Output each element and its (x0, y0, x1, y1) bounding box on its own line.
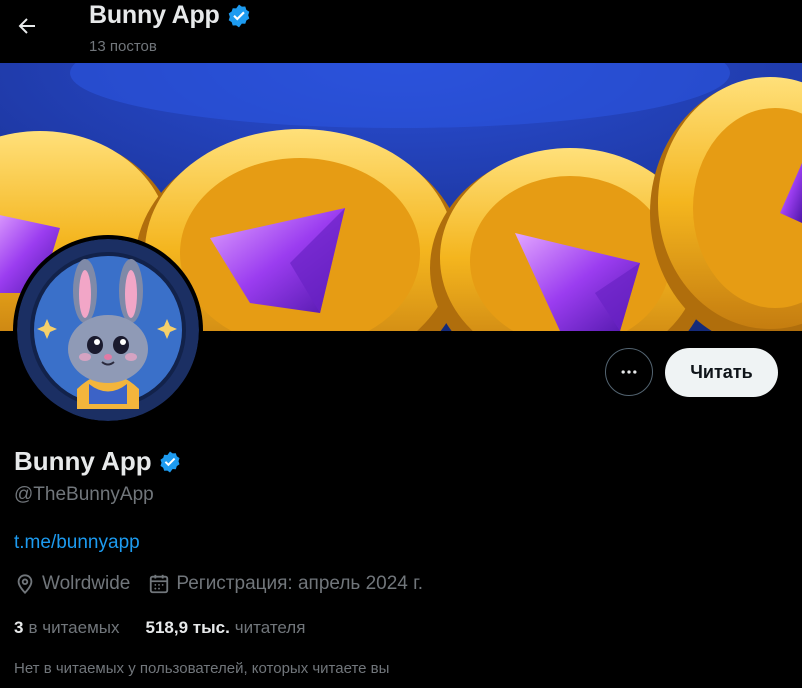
verified-badge-icon (226, 3, 252, 29)
join-date-text: Регистрация: апрель 2024 г. (176, 573, 424, 594)
followers-label: читателя (234, 618, 306, 637)
profile-meta: Wolrdwide Регистрация: апрель 2024 г. (14, 573, 441, 595)
posts-count: 13 постов (89, 38, 157, 55)
avatar[interactable] (13, 235, 203, 425)
back-button[interactable] (9, 8, 45, 44)
following-link[interactable]: 3 в читаемых (14, 618, 120, 638)
top-bar: Bunny App 13 постов (0, 0, 802, 63)
verified-badge-icon[interactable] (158, 450, 182, 474)
header-title-row: Bunny App (89, 1, 252, 30)
profile-name: Bunny App (14, 446, 152, 476)
location-text: Wolrdwide (42, 573, 131, 594)
followers-link[interactable]: 518,9 тыс. читателя (146, 618, 306, 638)
following-count: 3 (14, 618, 24, 637)
profile-link[interactable]: t.me/bunnyapp (14, 532, 140, 554)
header-title: Bunny App (89, 1, 220, 29)
avatar-image (17, 239, 199, 421)
follow-button[interactable]: Читать (665, 348, 778, 397)
back-arrow-icon (18, 18, 35, 34)
more-dots-icon (621, 370, 637, 374)
calendar-icon (150, 574, 169, 594)
location: Wolrdwide (14, 573, 130, 595)
profile-name-row: Bunny App (14, 446, 182, 477)
location-pin-icon (17, 574, 33, 595)
followers-count: 518,9 тыс. (145, 618, 230, 637)
profile-stats: 3 в читаемых 518,9 тыс. читателя (14, 618, 331, 638)
profile-handle: @TheBunnyApp (14, 484, 154, 505)
join-date: Регистрация: апрель 2024 г. (148, 573, 423, 595)
followers-you-know: Нет в читаемых у пользователей, которых … (14, 660, 390, 677)
more-options-button[interactable] (605, 348, 653, 396)
following-label: в читаемых (28, 618, 120, 637)
